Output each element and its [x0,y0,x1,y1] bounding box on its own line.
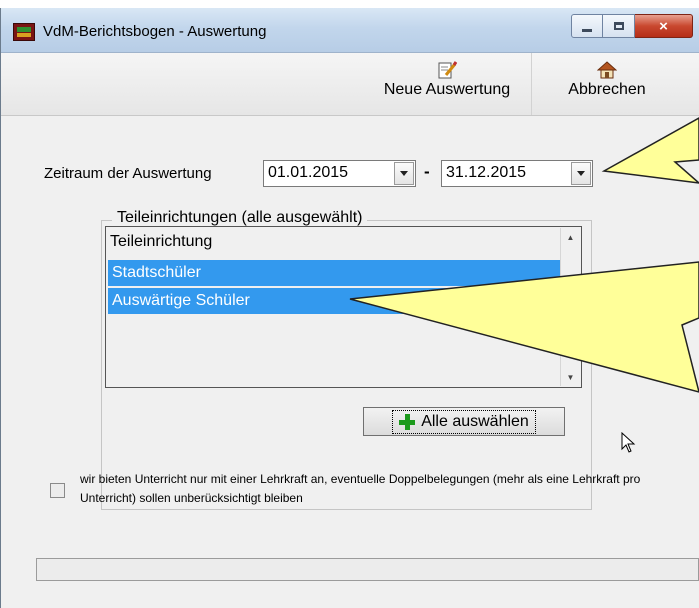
select-all-label: Alle auswählen [421,412,529,430]
period-label: Zeitraum der Auswertung [44,165,212,182]
title-bar[interactable]: VdM-Berichtsbogen - Auswertung × [1,8,699,53]
new-evaluation-label: Neue Auswertung [383,81,511,98]
scroll-up-icon[interactable]: ▲ [561,228,580,246]
progress-bar [36,558,699,581]
single-teacher-label[interactable]: wir bieten Unterricht nur mit einer Lehr… [80,470,660,508]
maximize-icon [613,22,624,30]
maximize-button[interactable] [603,14,635,38]
scroll-thumb[interactable] [562,296,579,314]
select-all-button[interactable]: Alle auswählen [363,407,565,436]
list-column-header: Teileinrichtung [110,233,213,250]
cancel-label: Abbrechen [568,81,646,98]
minimize-button[interactable] [571,14,603,38]
toolbar: Neue Auswertung Abbrechen [1,53,699,116]
plus-icon [399,413,416,430]
date-from-dropdown-button[interactable] [394,162,414,185]
facilities-list[interactable]: Teileinrichtung Stadtschüler Auswärtige … [105,226,582,388]
chevron-down-icon [400,171,408,176]
date-to-picker[interactable]: 31.12.2015 [441,160,593,187]
select-all-focus-frame: Alle auswählen [392,409,536,434]
edit-document-icon [438,61,457,79]
new-evaluation-button[interactable]: Neue Auswertung [367,53,527,115]
date-to-value: 31.12.2015 [446,164,527,181]
date-from-picker[interactable]: 01.01.2015 [263,160,416,187]
facilities-group-legend: Teileinrichtungen (alle ausgewählt) [112,209,368,227]
list-scrollbar[interactable]: ▲ ▼ [560,228,580,386]
app-logo-icon [13,23,35,41]
list-item-label: Auswärtige Schüler [112,292,250,309]
window-title: VdM-Berichtsbogen - Auswertung [43,23,267,40]
list-item-label: Stadtschüler [112,264,201,281]
date-range-separator: - [424,162,430,181]
date-to-dropdown-button[interactable] [571,162,591,185]
mouse-pointer-icon [621,432,636,453]
list-item[interactable]: Auswärtige Schüler [108,288,561,314]
single-teacher-checkbox[interactable] [50,483,65,498]
home-icon [597,61,617,79]
minimize-icon [582,28,592,32]
scroll-down-icon[interactable]: ▼ [561,368,580,386]
close-icon: × [659,17,668,35]
chevron-down-icon [577,171,585,176]
close-button[interactable]: × [635,14,693,38]
cancel-button[interactable]: Abbrechen [531,53,682,115]
list-item[interactable]: Stadtschüler [108,260,561,286]
date-from-value: 01.01.2015 [268,164,349,181]
